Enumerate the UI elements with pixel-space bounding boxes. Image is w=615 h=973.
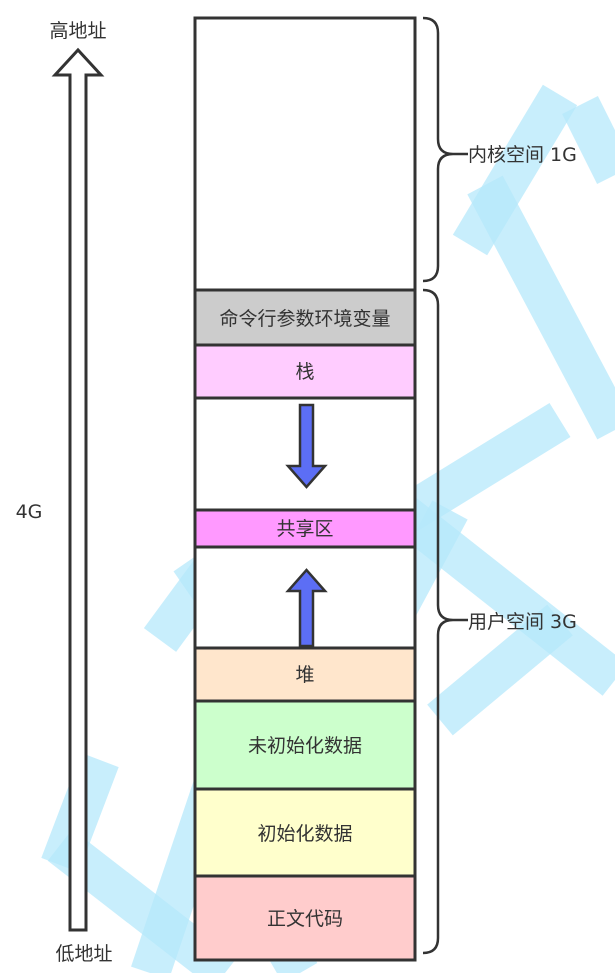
segment-label-shared: 共享区 bbox=[276, 518, 333, 540]
user-space-label: 用户空间 3G bbox=[468, 611, 577, 633]
memory-layout-diagram: 高地址 低地址 4G 命令行参数环境变量 栈 共享区 堆 未初始化数据 初始化数… bbox=[16, 16, 615, 973]
kernel-space-label: 内核空间 1G bbox=[468, 144, 577, 166]
high-address-label: 高地址 bbox=[49, 20, 106, 42]
low-address-label: 低地址 bbox=[55, 943, 112, 965]
kernel-space-brace bbox=[422, 16, 454, 283]
segment-label-stack: 栈 bbox=[295, 361, 314, 383]
memory-column bbox=[193, 16, 417, 962]
segment-label-text: 正文代码 bbox=[267, 908, 343, 930]
segment-label-cmdline-env: 命令行参数环境变量 bbox=[219, 308, 390, 330]
segment-kernel-space bbox=[193, 16, 417, 292]
segment-label-heap: 堆 bbox=[295, 664, 314, 686]
total-size-label: 4G bbox=[16, 501, 43, 523]
segment-label-data: 初始化数据 bbox=[257, 823, 352, 845]
user-space-brace bbox=[422, 288, 454, 955]
segment-label-bss: 未初始化数据 bbox=[248, 735, 362, 757]
